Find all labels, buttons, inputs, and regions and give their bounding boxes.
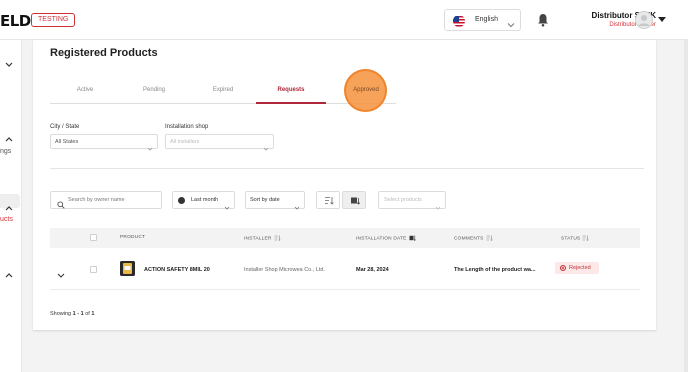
- installer-filter-label: Installation shop: [165, 124, 209, 130]
- of-label: of: [85, 311, 90, 317]
- column-header-status[interactable]: STATUS: [561, 235, 589, 241]
- filter-divider: [50, 168, 644, 169]
- showing-prefix: Showing: [50, 311, 72, 317]
- row-installer: Installer Shop Microwea Co., Ltd.: [244, 267, 326, 273]
- sort-list-icon: [325, 197, 334, 205]
- tab-approved[interactable]: Approved: [346, 87, 386, 93]
- table-header: PRODUCT INSTALLER INSTALLATION DATE COMM…: [50, 228, 640, 248]
- bell-icon[interactable]: [537, 13, 549, 27]
- chevron-down-icon: [224, 198, 230, 210]
- chevron-down-icon: [147, 139, 153, 151]
- pagination-summary: Showing 1 - 1 of 1: [50, 311, 94, 317]
- column-header-comments-label: COMMENTS: [454, 236, 484, 242]
- chevron-down-icon[interactable]: [57, 266, 65, 278]
- sidebar-item-settings-label[interactable]: ngs: [0, 148, 11, 155]
- products-select[interactable]: Select products: [378, 191, 446, 210]
- environment-badge: TESTING: [31, 13, 76, 27]
- chevron-down-icon: [294, 198, 300, 210]
- column-header-status-label: STATUS: [561, 236, 581, 242]
- sort-icon: [582, 235, 589, 241]
- table-row[interactable]: ACTION SAFETY 8MIL 20 Installer Shop Mic…: [50, 248, 640, 290]
- sort-value: Sort by date: [250, 197, 280, 203]
- chevron-up-icon[interactable]: [5, 198, 13, 211]
- city-filter-label: City / State: [50, 124, 80, 130]
- sort-descending-button[interactable]: [342, 191, 366, 209]
- tab-requests[interactable]: Requests: [256, 87, 326, 93]
- us-flag-icon: [453, 15, 465, 27]
- column-header-installer[interactable]: INSTALLER: [244, 235, 281, 241]
- tab-pending[interactable]: Pending: [119, 87, 189, 93]
- row-checkbox[interactable]: [90, 266, 97, 273]
- sort-ascending-button[interactable]: [316, 191, 340, 209]
- status-badge: Rejected: [555, 262, 599, 274]
- row-comments: The Length of the product wa...: [454, 267, 536, 273]
- installer-filter-select[interactable]: All installers: [165, 134, 274, 151]
- range-separator: -: [77, 311, 80, 317]
- column-header-product: PRODUCT: [120, 235, 145, 240]
- rejected-icon: [560, 265, 566, 271]
- sort-icon: [486, 235, 493, 241]
- row-installation-date: Mar 28, 2024: [356, 267, 389, 273]
- status-label: Rejected: [569, 265, 591, 271]
- tab-expired[interactable]: Expired: [188, 87, 258, 93]
- registered-products-card: Registered Products Active Pending Expir…: [33, 40, 656, 330]
- page-title: Registered Products: [50, 47, 158, 59]
- period-value: Last month: [191, 197, 219, 203]
- chevron-down-icon: [435, 198, 441, 210]
- active-tab-indicator: [256, 102, 326, 104]
- column-header-installer-label: INSTALLER: [244, 236, 272, 242]
- column-header-comments[interactable]: COMMENTS: [454, 235, 493, 241]
- range-end: 1: [80, 311, 84, 317]
- period-select[interactable]: Last month: [172, 191, 235, 210]
- sort-active-icon: [409, 235, 416, 241]
- language-label: English: [475, 16, 498, 23]
- tab-active[interactable]: Active: [50, 87, 120, 93]
- product-thumbnail: [120, 261, 135, 276]
- avatar[interactable]: [635, 11, 653, 29]
- city-filter-value: All States: [55, 139, 79, 145]
- total-count: 1: [91, 311, 95, 317]
- row-product[interactable]: ACTION SAFETY 8MIL 20: [144, 267, 210, 273]
- sidebar: ngs ucts: [0, 40, 22, 372]
- column-header-date-label: INSTALLATION DATE: [356, 236, 407, 242]
- chevron-down-icon: [263, 139, 269, 151]
- sort-calendar-icon: [351, 197, 360, 205]
- installer-filter-placeholder: All installers: [170, 139, 200, 145]
- language-selector[interactable]: English: [444, 9, 521, 31]
- scroll-gutter: [684, 40, 688, 372]
- clock-icon: [178, 197, 185, 204]
- chevron-down-icon[interactable]: [5, 55, 13, 67]
- sidebar-item-products-label[interactable]: ucts: [0, 216, 13, 223]
- search-placeholder: Search by owner name: [68, 197, 125, 203]
- owner-search-input[interactable]: Search by owner name: [50, 191, 162, 209]
- city-filter-select[interactable]: All States: [50, 134, 158, 151]
- user-menu-caret-icon[interactable]: [658, 17, 666, 22]
- brand-logo[interactable]: ELD: [0, 12, 31, 30]
- chevron-down-icon: [507, 16, 515, 28]
- search-icon: [57, 196, 65, 209]
- chevron-up-icon[interactable]: [5, 129, 13, 142]
- select-all-checkbox[interactable]: [90, 234, 97, 241]
- range-start: 1: [72, 311, 76, 317]
- sort-select[interactable]: Sort by date: [245, 191, 305, 210]
- sort-icon: [274, 235, 281, 241]
- top-bar: ELD TESTING English Distributor STEK Dis…: [0, 0, 688, 40]
- chevron-up-icon[interactable]: [5, 265, 13, 278]
- column-header-date[interactable]: INSTALLATION DATE: [356, 235, 416, 241]
- column-header-product-label: PRODUCT: [120, 235, 146, 240]
- products-placeholder: Select products: [384, 197, 422, 203]
